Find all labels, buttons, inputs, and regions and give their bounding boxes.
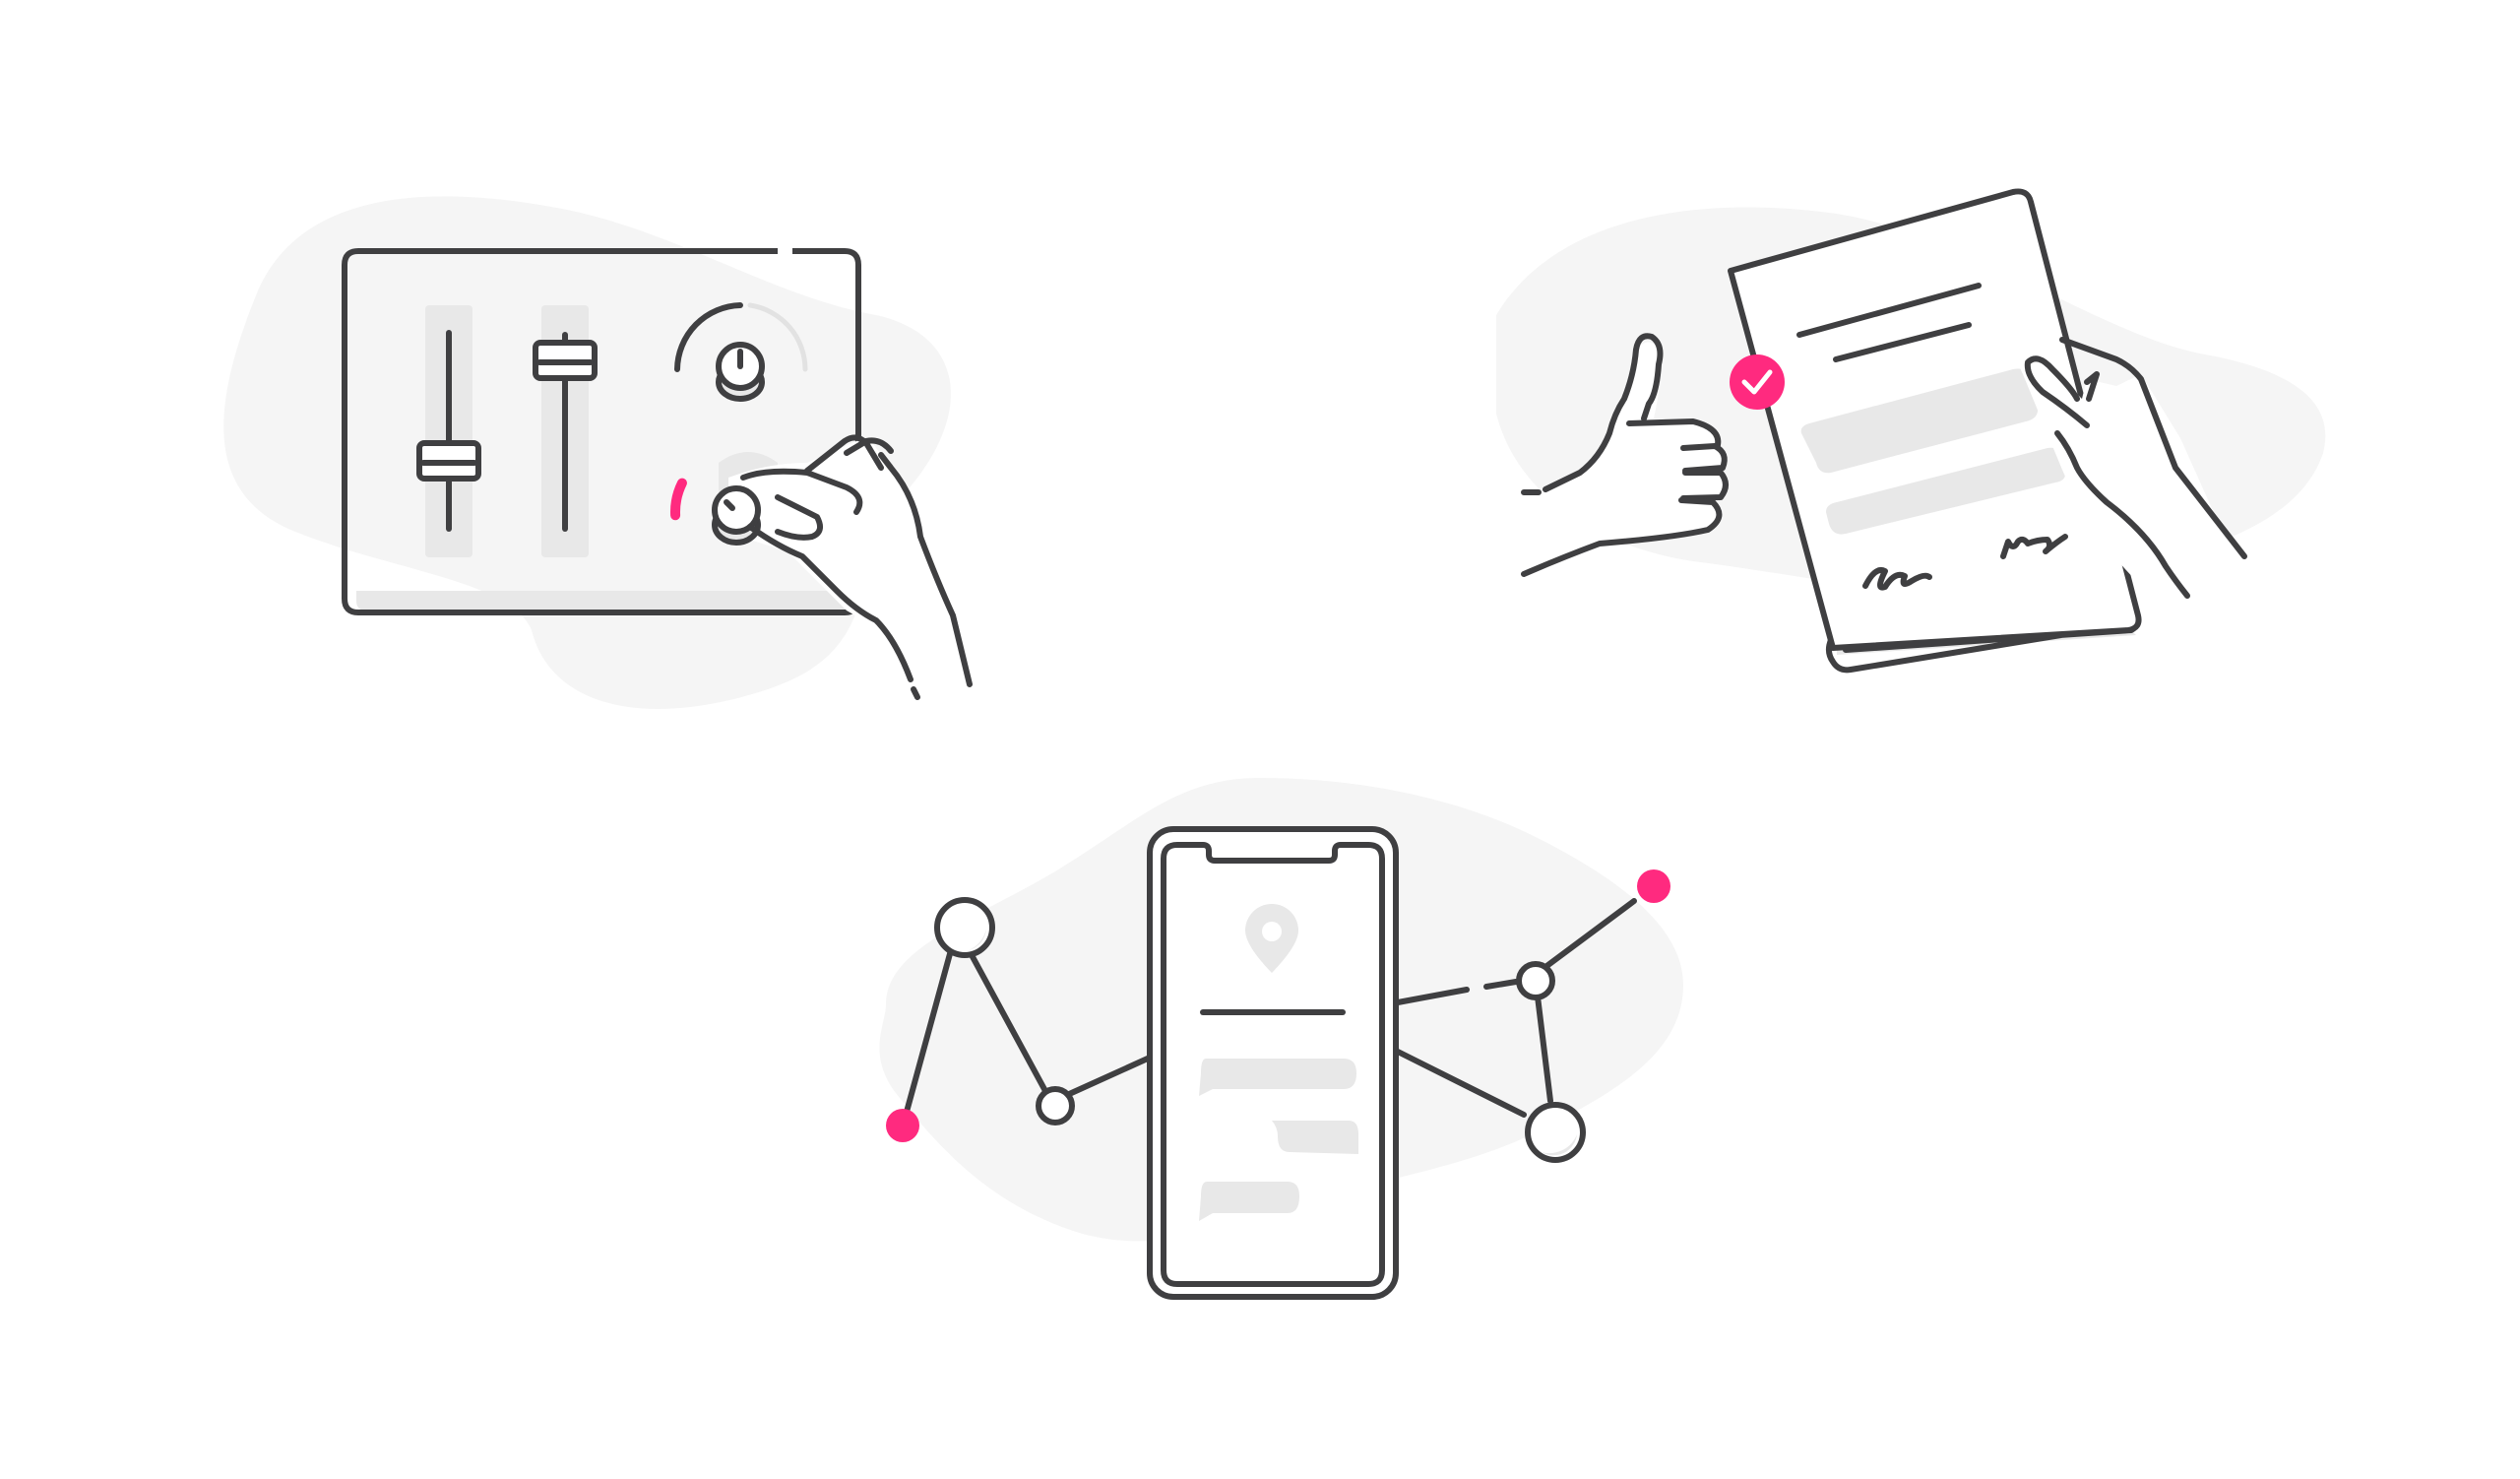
mixer-illustration — [223, 196, 973, 709]
node-bottom-right — [1525, 1102, 1586, 1163]
smartphone — [1147, 826, 1399, 1300]
node-right-middle — [1516, 961, 1555, 1000]
node-bottom-left — [1036, 1086, 1075, 1125]
document-illustration — [1496, 188, 2326, 674]
illustration-canvas — [0, 0, 2520, 1479]
fader-left[interactable] — [416, 305, 481, 557]
node-accent-left — [886, 1109, 919, 1142]
phone-network-illustration — [879, 778, 1683, 1300]
node-top-left — [934, 897, 995, 958]
approval-badge — [1730, 354, 1785, 410]
chat-bubble-outgoing — [1272, 1121, 1358, 1154]
fader-right[interactable] — [533, 305, 598, 557]
node-accent-right — [1637, 869, 1670, 903]
